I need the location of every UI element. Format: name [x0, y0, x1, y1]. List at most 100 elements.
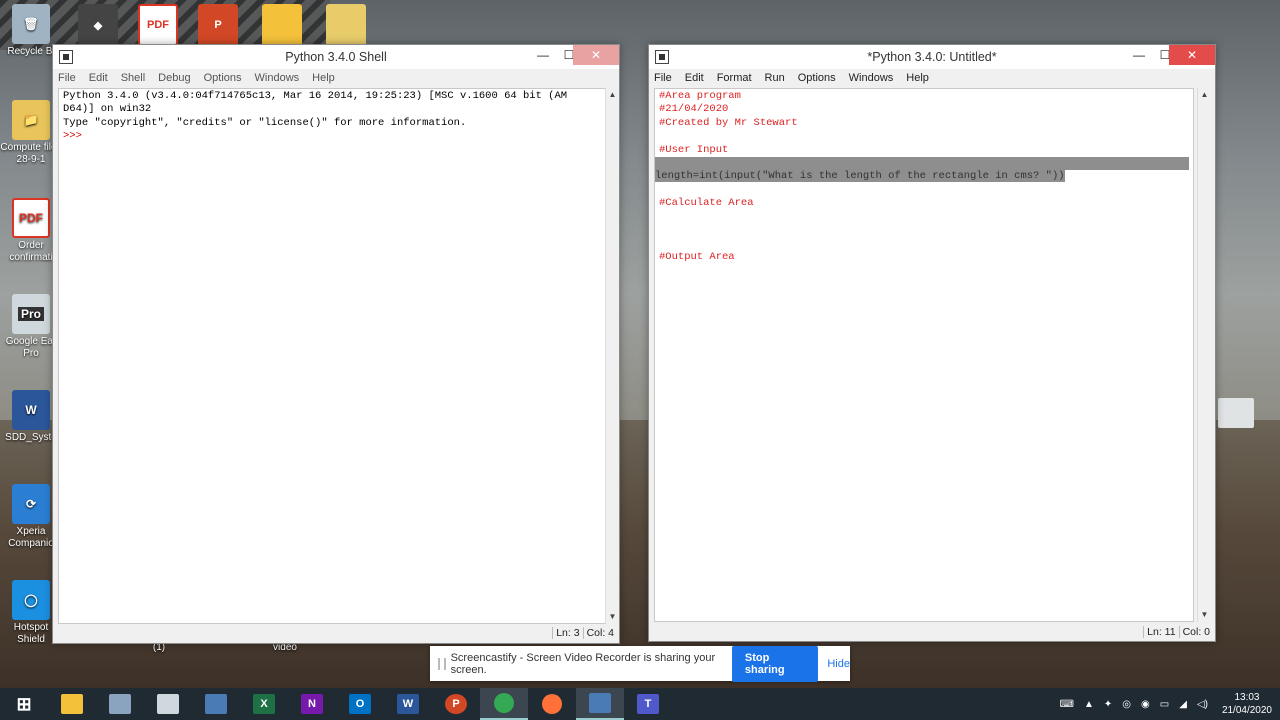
show-hidden-icons-icon[interactable]: ▲	[1084, 699, 1094, 710]
shell-menubar: File Edit Shell Debug Options Windows He…	[53, 69, 619, 87]
code-line: #Area program	[659, 90, 741, 102]
minimize-button[interactable]: —	[1125, 45, 1153, 65]
hide-button[interactable]: Hide	[827, 658, 850, 670]
menu-options[interactable]: Options	[204, 72, 242, 84]
network-icon[interactable]: ◢	[1179, 699, 1187, 710]
status-line: Ln: 11	[1143, 626, 1178, 638]
pdf-file-icon[interactable]: PDF	[138, 4, 178, 46]
keyboard-icon[interactable]: ⌨	[1060, 699, 1074, 710]
shell-output[interactable]: Python 3.4.0 (v3.4.0:04f714765c13, Mar 1…	[58, 88, 606, 624]
folder-icon: 📁	[12, 100, 50, 140]
menu-windows[interactable]: Windows	[849, 72, 894, 84]
menu-run[interactable]: Run	[765, 72, 785, 84]
menu-format[interactable]: Format	[717, 72, 752, 84]
taskbar-chrome[interactable]	[480, 688, 528, 720]
editor-titlebar[interactable]: *Python 3.4.0: Untitled* — ☐ ✕	[649, 45, 1215, 69]
volume-icon[interactable]: ◁)	[1197, 699, 1208, 710]
shell-scrollbar[interactable]: ▲ ▼	[605, 88, 619, 624]
scroll-up-arrow-icon[interactable]: ▲	[606, 88, 619, 102]
xperia-icon: ⟳	[12, 484, 50, 524]
status-column: Col: 0	[1178, 626, 1213, 638]
calculator-icon	[109, 694, 131, 714]
folder-icon[interactable]	[262, 4, 302, 46]
chrome-tray-icon[interactable]: ◉	[1141, 699, 1150, 710]
taskbar-file-explorer[interactable]	[48, 688, 96, 720]
close-button[interactable]: ✕	[1169, 45, 1215, 65]
screencastify-tray-icon[interactable]: ◎	[1122, 699, 1131, 710]
taskbar-onenote[interactable]: N	[288, 688, 336, 720]
excel-icon: X	[253, 694, 275, 714]
menu-windows[interactable]: Windows	[255, 72, 300, 84]
dropbox-icon[interactable]: ✦	[1104, 699, 1112, 710]
menu-shell[interactable]: Shell	[121, 72, 145, 84]
python-shell-window[interactable]: Python 3.4.0 Shell — ☐ ✕ File Edit Shell…	[52, 44, 620, 644]
powerpoint-icon: P	[445, 694, 467, 714]
code-line: #User Input	[659, 143, 729, 156]
idle-app-icon	[655, 50, 669, 64]
start-button[interactable]: ⊞	[0, 688, 48, 720]
taskbar-powerpoint[interactable]: P	[432, 688, 480, 720]
menu-debug[interactable]: Debug	[158, 72, 190, 84]
taskbar-clock[interactable]: 13:03 21/04/2020	[1222, 691, 1272, 717]
close-button[interactable]: ✕	[573, 45, 619, 65]
taskbar-idle[interactable]	[192, 688, 240, 720]
shell-titlebar[interactable]: Python 3.4.0 Shell — ☐ ✕	[53, 45, 619, 69]
scroll-down-arrow-icon[interactable]: ▼	[606, 610, 619, 624]
word-document-icon: W	[12, 390, 50, 430]
system-tray: ⌨ ▲ ✦ ◎ ◉ ▭ ◢ ◁) 13:03 21/04/2020	[1050, 688, 1272, 720]
taskbar-word[interactable]: W	[384, 688, 432, 720]
taskbar-calculator[interactable]	[96, 688, 144, 720]
taskbar-outlook[interactable]: O	[336, 688, 384, 720]
code-line-selected	[655, 156, 1189, 171]
pdf-icon: PDF	[12, 198, 50, 238]
menu-help[interactable]: Help	[906, 72, 929, 84]
editor-statusbar: Ln: 11 Col: 0	[654, 624, 1213, 640]
taskbar-firefox[interactable]	[528, 688, 576, 720]
editor-menubar: File Edit Format Run Options Windows Hel…	[649, 69, 1215, 87]
screen-sharing-banner: Screencastify - Screen Video Recorder is…	[430, 645, 850, 682]
code-line: #Created by Mr Stewart	[659, 116, 798, 129]
unity-icon[interactable]: ◆	[78, 4, 118, 46]
minimize-button[interactable]: —	[529, 45, 557, 65]
hotspot-shield-icon: ◯	[12, 580, 50, 620]
menu-help[interactable]: Help	[312, 72, 335, 84]
menu-options[interactable]: Options	[798, 72, 836, 84]
scroll-up-arrow-icon[interactable]: ▲	[1198, 88, 1211, 102]
idle-app-icon	[59, 50, 73, 64]
scroll-down-arrow-icon[interactable]: ▼	[1198, 608, 1211, 622]
code-line: #Output Area	[659, 250, 735, 263]
code-line: #Calculate Area	[659, 197, 754, 210]
editor-scrollbar[interactable]: ▲ ▼	[1197, 88, 1211, 622]
firefox-icon	[542, 694, 562, 714]
taskbar-excel[interactable]: X	[240, 688, 288, 720]
onenote-icon: N	[301, 694, 323, 714]
desktop-background-ship	[1218, 398, 1254, 428]
menu-edit[interactable]: Edit	[685, 72, 704, 84]
file-explorer-icon	[61, 694, 83, 714]
stop-sharing-button[interactable]: Stop sharing	[731, 645, 819, 682]
editor-text-area[interactable]: #Area program #21/04/2020 #Created by Mr…	[654, 88, 1194, 622]
menu-edit[interactable]: Edit	[89, 72, 108, 84]
taskbar-teams[interactable]: T	[624, 688, 672, 720]
windows-start-icon: ⊞	[16, 693, 32, 714]
taskbar-idle-active[interactable]	[576, 688, 624, 720]
status-line: Ln: 3	[552, 627, 582, 639]
python-editor-window[interactable]: *Python 3.4.0: Untitled* — ☐ ✕ File Edit…	[648, 44, 1216, 642]
powerpoint-file-icon[interactable]: P	[198, 4, 238, 46]
code-line: #21/04/2020	[659, 103, 729, 116]
menu-file[interactable]: File	[654, 72, 672, 84]
chrome-icon	[494, 693, 514, 713]
taskbar-snipping-tool[interactable]	[144, 688, 192, 720]
folder-icon[interactable]	[326, 4, 366, 46]
clock-date: 21/04/2020	[1221, 705, 1272, 716]
battery-icon[interactable]: ▭	[1160, 699, 1169, 710]
menu-file[interactable]: File	[58, 72, 76, 84]
drag-handle-icon[interactable]	[438, 657, 446, 670]
python-idle-icon	[205, 694, 227, 714]
shell-line: Type "copyright", "credits" or "license(…	[63, 116, 467, 129]
